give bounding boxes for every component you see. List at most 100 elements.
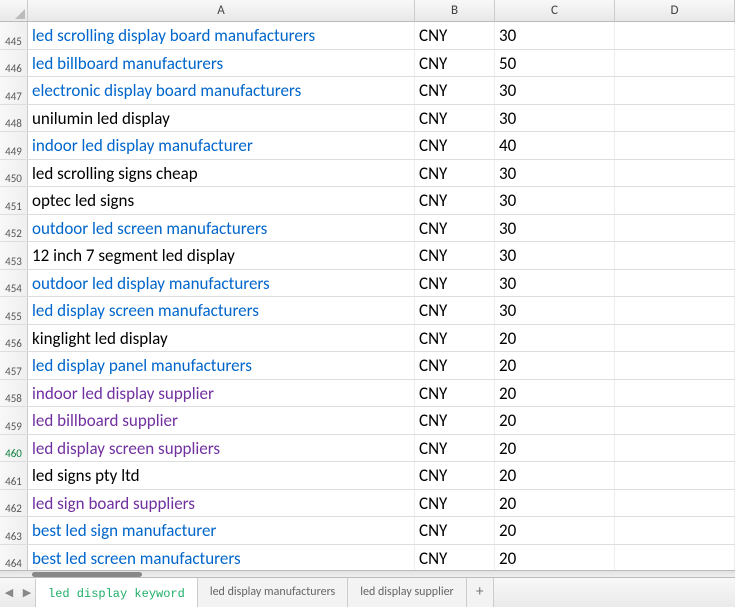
- cell-a[interactable]: outdoor led display manufacturers: [28, 270, 415, 297]
- cell-a[interactable]: led scrolling signs cheap: [28, 160, 415, 187]
- cell-c[interactable]: 50: [495, 50, 615, 77]
- cell-b[interactable]: CNY: [415, 187, 495, 214]
- row-head[interactable]: 462: [0, 490, 28, 517]
- cell-d[interactable]: [615, 105, 735, 132]
- cell-c[interactable]: 30: [495, 215, 615, 242]
- cell-d[interactable]: [615, 545, 735, 572]
- spreadsheet-grid[interactable]: 445led scrolling display board manufactu…: [0, 22, 735, 575]
- row-head[interactable]: 450: [0, 160, 28, 187]
- cell-a[interactable]: led sign board suppliers: [28, 490, 415, 517]
- cell-a[interactable]: led billboard supplier: [28, 407, 415, 434]
- row-head[interactable]: 461: [0, 462, 28, 489]
- cell-a[interactable]: best led screen manufacturers: [28, 545, 415, 572]
- row-head[interactable]: 451: [0, 187, 28, 214]
- cell-c[interactable]: 30: [495, 105, 615, 132]
- row-head[interactable]: 452: [0, 215, 28, 242]
- cell-a[interactable]: 12 inch 7 segment led display: [28, 242, 415, 269]
- cell-c[interactable]: 30: [495, 270, 615, 297]
- row-head[interactable]: 460: [0, 435, 28, 462]
- cell-d[interactable]: [615, 187, 735, 214]
- cell-c[interactable]: 20: [495, 490, 615, 517]
- cell-d[interactable]: [615, 22, 735, 49]
- tab-nav-next[interactable]: ▶: [18, 578, 36, 607]
- row-head[interactable]: 448: [0, 105, 28, 132]
- cell-d[interactable]: [615, 297, 735, 324]
- cell-d[interactable]: [615, 352, 735, 379]
- cell-d[interactable]: [615, 490, 735, 517]
- cell-d[interactable]: [615, 462, 735, 489]
- cell-a[interactable]: unilumin led display: [28, 105, 415, 132]
- cell-a[interactable]: electronic display board manufacturers: [28, 77, 415, 104]
- cell-b[interactable]: CNY: [415, 435, 495, 462]
- row-head[interactable]: 453: [0, 242, 28, 269]
- cell-b[interactable]: CNY: [415, 105, 495, 132]
- row-head[interactable]: 459: [0, 407, 28, 434]
- cell-b[interactable]: CNY: [415, 517, 495, 544]
- row-head[interactable]: 445: [0, 22, 28, 49]
- row-head[interactable]: 458: [0, 380, 28, 407]
- row-head[interactable]: 456: [0, 325, 28, 352]
- cell-b[interactable]: CNY: [415, 160, 495, 187]
- cell-b[interactable]: CNY: [415, 462, 495, 489]
- cell-d[interactable]: [615, 160, 735, 187]
- cell-d[interactable]: [615, 50, 735, 77]
- cell-b[interactable]: CNY: [415, 297, 495, 324]
- sheet-tab-2[interactable]: led display supplier: [347, 578, 467, 607]
- cell-b[interactable]: CNY: [415, 22, 495, 49]
- cell-b[interactable]: CNY: [415, 325, 495, 352]
- cell-b[interactable]: CNY: [415, 50, 495, 77]
- sheet-tab-1[interactable]: led display manufacturers: [197, 578, 348, 607]
- cell-a[interactable]: optec led signs: [28, 187, 415, 214]
- cell-a[interactable]: kinglight led display: [28, 325, 415, 352]
- cell-c[interactable]: 20: [495, 325, 615, 352]
- cell-b[interactable]: CNY: [415, 215, 495, 242]
- cell-c[interactable]: 30: [495, 187, 615, 214]
- row-head[interactable]: 447: [0, 77, 28, 104]
- cell-c[interactable]: 20: [495, 352, 615, 379]
- col-head-b[interactable]: B: [415, 0, 495, 21]
- cell-d[interactable]: [615, 242, 735, 269]
- cell-d[interactable]: [615, 215, 735, 242]
- cell-d[interactable]: [615, 435, 735, 462]
- cell-d[interactable]: [615, 77, 735, 104]
- row-head[interactable]: 463: [0, 517, 28, 544]
- row-head[interactable]: 454: [0, 270, 28, 297]
- cell-c[interactable]: 30: [495, 77, 615, 104]
- cell-c[interactable]: 30: [495, 297, 615, 324]
- cell-c[interactable]: 20: [495, 435, 615, 462]
- cell-a[interactable]: led scrolling display board manufacturer…: [28, 22, 415, 49]
- cell-a[interactable]: indoor led display manufacturer: [28, 132, 415, 159]
- cell-a[interactable]: led display panel manufacturers: [28, 352, 415, 379]
- cell-d[interactable]: [615, 517, 735, 544]
- cell-b[interactable]: CNY: [415, 242, 495, 269]
- cell-d[interactable]: [615, 270, 735, 297]
- cell-a[interactable]: indoor led display supplier: [28, 380, 415, 407]
- add-sheet-button[interactable]: +: [466, 578, 494, 607]
- h-scrollbar[interactable]: [0, 570, 735, 578]
- cell-d[interactable]: [615, 380, 735, 407]
- cell-c[interactable]: 20: [495, 545, 615, 572]
- row-head[interactable]: 455: [0, 297, 28, 324]
- row-head[interactable]: 449: [0, 132, 28, 159]
- cell-b[interactable]: CNY: [415, 270, 495, 297]
- cell-d[interactable]: [615, 132, 735, 159]
- cell-a[interactable]: led signs pty ltd: [28, 462, 415, 489]
- select-all-corner[interactable]: [0, 0, 28, 21]
- h-scroll-thumb[interactable]: [32, 572, 142, 577]
- cell-c[interactable]: 20: [495, 462, 615, 489]
- cell-a[interactable]: led display screen manufacturers: [28, 297, 415, 324]
- tab-nav-prev[interactable]: ◀: [0, 578, 18, 607]
- col-head-c[interactable]: C: [495, 0, 615, 21]
- cell-d[interactable]: [615, 407, 735, 434]
- cell-b[interactable]: CNY: [415, 380, 495, 407]
- cell-c[interactable]: 20: [495, 407, 615, 434]
- cell-a[interactable]: best led sign manufacturer: [28, 517, 415, 544]
- cell-c[interactable]: 30: [495, 22, 615, 49]
- col-head-a[interactable]: A: [28, 0, 415, 21]
- cell-c[interactable]: 30: [495, 242, 615, 269]
- cell-a[interactable]: led billboard manufacturers: [28, 50, 415, 77]
- cell-a[interactable]: outdoor led screen manufacturers: [28, 215, 415, 242]
- cell-c[interactable]: 20: [495, 517, 615, 544]
- cell-a[interactable]: led display screen suppliers: [28, 435, 415, 462]
- sheet-tab-active[interactable]: led display keyword: [35, 578, 198, 607]
